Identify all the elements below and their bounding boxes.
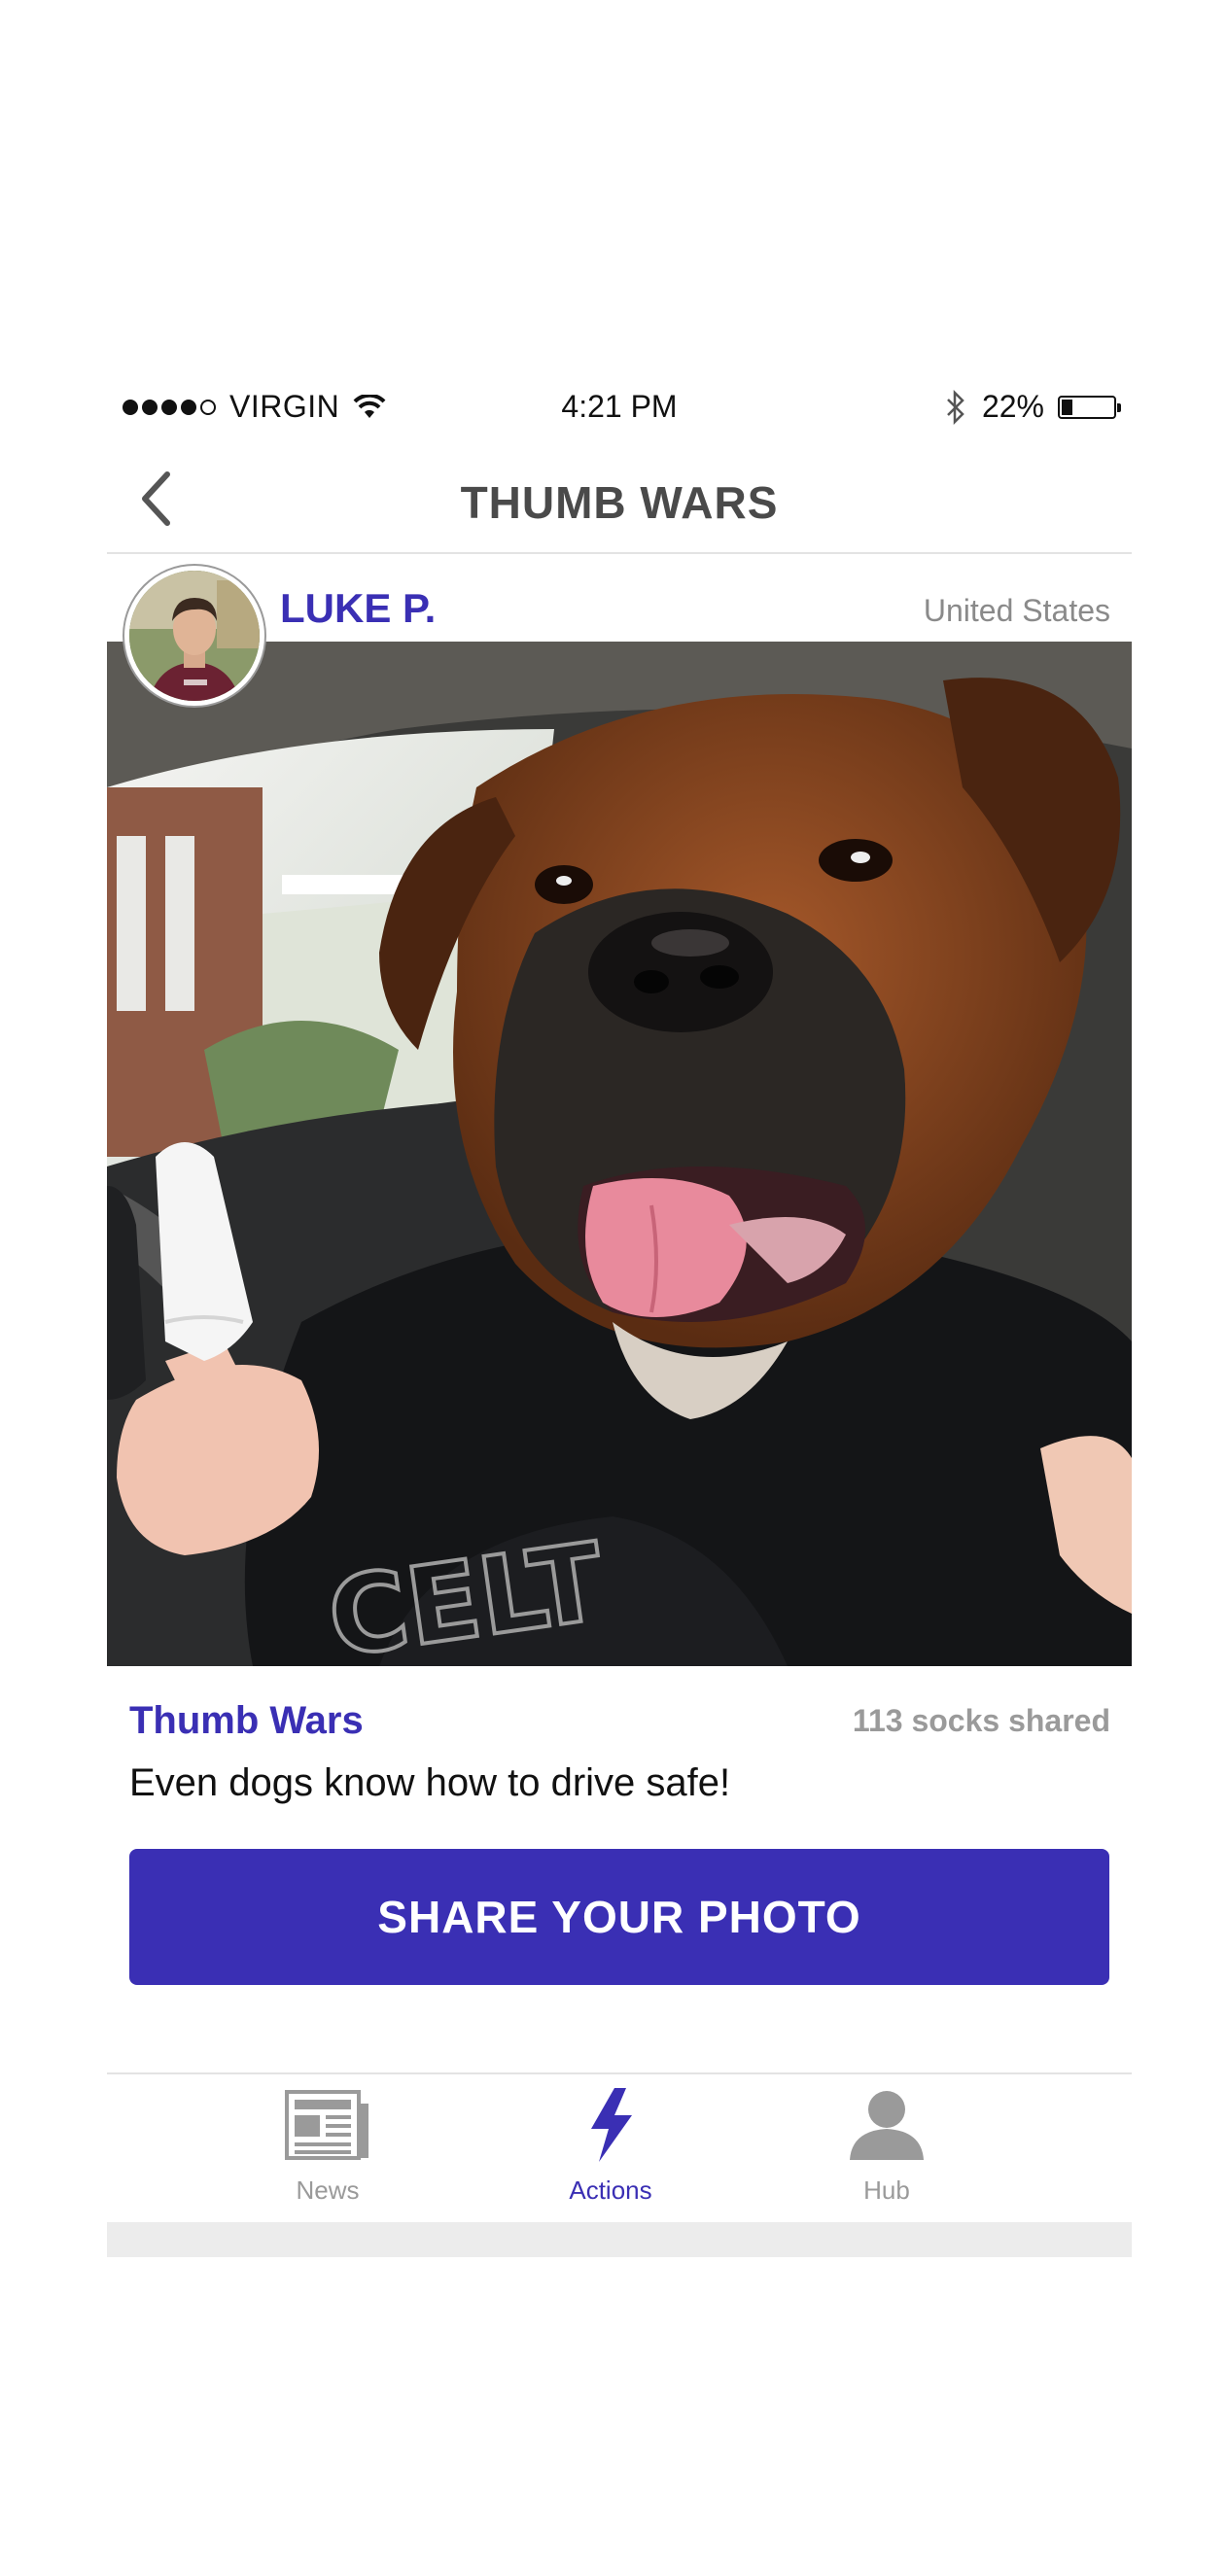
tab-actions-label: Actions [569, 2176, 652, 2205]
post-photo[interactable]: CELT [107, 642, 1132, 1666]
nav-bar: THUMB WARS [107, 447, 1132, 554]
lightning-icon [591, 2088, 632, 2162]
status-bar: VIRGIN 4:21 PM 22% [107, 369, 1132, 447]
tab-news-label: News [296, 2176, 360, 2205]
post-info: Thumb Wars 113 socks shared Even dogs kn… [107, 1666, 1132, 2032]
share-photo-button[interactable]: SHARE YOUR PHOTO [129, 1849, 1109, 1985]
dog-photo-image: CELT [107, 642, 1132, 1666]
battery-icon [1058, 395, 1121, 419]
post-card: LUKE P. United States CELT Thumb Wars 11… [107, 554, 1132, 2257]
post-caption: Even dogs know how to drive safe! [129, 1761, 731, 1804]
tab-news[interactable]: News [240, 2086, 415, 2212]
tab-bar: News Actions Hub [107, 2072, 1132, 2216]
page-title: THUMB WARS [460, 477, 779, 528]
bluetooth-icon [947, 389, 964, 425]
tab-hub[interactable]: Hub [799, 2086, 974, 2212]
user-name[interactable]: LUKE P. [280, 585, 436, 632]
battery-percent: 22% [981, 389, 1044, 424]
person-icon [850, 2091, 924, 2160]
share-count: 113 socks shared [852, 1703, 1110, 1738]
card-divider [107, 2222, 1132, 2257]
newspaper-icon [285, 2090, 368, 2160]
user-country: United States [923, 593, 1110, 628]
avatar-image [129, 571, 260, 701]
post-header: LUKE P. United States [107, 554, 1132, 706]
battery-fill [1062, 399, 1072, 415]
status-right: 22% [945, 389, 1121, 425]
tab-hub-label: Hub [863, 2176, 910, 2205]
action-title[interactable]: Thumb Wars [129, 1699, 364, 1743]
phone-screen: VIRGIN 4:21 PM 22% THUMB WARS LUKE P. Un… [107, 369, 1132, 2257]
avatar[interactable] [124, 566, 264, 706]
tab-actions[interactable]: Actions [523, 2086, 698, 2212]
